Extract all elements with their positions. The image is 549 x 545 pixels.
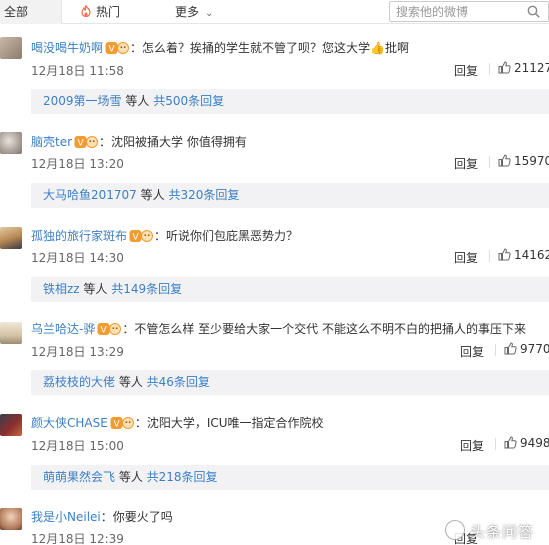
comment-username[interactable]: 乌兰哈达-骅	[31, 322, 95, 336]
tab-hot[interactable]: 热门	[80, 0, 120, 24]
reply-button[interactable]: 回复	[454, 155, 478, 172]
svg-text:V: V	[109, 45, 116, 55]
comment-content: 颜大侠CHASE V ：沈阳大学，ICU唯一指定合作院校	[31, 414, 324, 431]
avatar[interactable]	[0, 227, 22, 249]
reply-count-link[interactable]: 共320条回复	[168, 188, 239, 202]
vip-badge-icon: V	[97, 323, 122, 336]
comment-content: 喝没喝牛奶啊 V ：怎么着？挨捅的学生就不管了呗？您这大学👍批啊	[31, 39, 409, 56]
search-input[interactable]	[390, 2, 520, 21]
like-button[interactable]: 9770	[504, 342, 549, 356]
comment-text: ：沈阳被捅大学 你值得拥有	[99, 135, 247, 149]
reply-button[interactable]: 回复	[460, 437, 484, 454]
search-icon[interactable]	[527, 5, 540, 18]
comment-text: ：你要火了吗	[100, 510, 173, 524]
comment-date: 12月18日 15:00	[31, 439, 124, 453]
reply-mid-text: 等人	[115, 375, 147, 389]
vip-badge-icon: V	[110, 417, 134, 430]
reply-mid-text: 等人	[115, 470, 147, 484]
reply-username[interactable]: 萌萌果然会飞	[43, 470, 115, 484]
reply-username[interactable]: 2009第一场雪	[43, 94, 122, 108]
reply-count-link[interactable]: 共149条回复	[111, 282, 182, 296]
svg-text:V: V	[113, 420, 120, 430]
avatar[interactable]	[0, 508, 22, 530]
svg-text:V: V	[101, 326, 108, 336]
tab-more-label: 更多	[175, 5, 200, 19]
comment-date: 12月18日 12:39	[31, 532, 124, 545]
watermark-text: 头条问答	[470, 523, 535, 541]
comment-username[interactable]: 喝没喝牛奶啊	[31, 41, 103, 55]
thumbs-up-icon	[504, 436, 517, 449]
reply-button[interactable]: 回复	[454, 249, 478, 266]
reply-summary[interactable]: 铁相zz 等人 共149条回复	[31, 277, 549, 302]
thumbs-up-icon	[498, 61, 511, 74]
comment-content: 孤独的旅行家斑布 V ：听说你们包庇黑恶势力？	[31, 227, 298, 244]
search-box	[389, 1, 549, 22]
vip-badge-icon: V	[129, 230, 154, 243]
comment-content: 乌兰哈达-骅 V ：不管怎么样 至少要给大家一个交代 不能这么不明不白的把捅人的事压…	[31, 320, 526, 337]
divider	[489, 250, 490, 262]
avatar[interactable]	[0, 37, 22, 59]
like-count: 21127	[514, 61, 549, 75]
avatar[interactable]	[0, 322, 22, 344]
comment-date: 12月18日 14:30	[31, 251, 124, 265]
reply-summary[interactable]: 2009第一场雪 等人 共500条回复	[31, 89, 549, 114]
watermark: 头条问答	[445, 518, 545, 542]
reply-count-link[interactable]: 共500条回复	[153, 94, 224, 108]
comment-text: ：怎么着？挨捅的学生就不管了呗？您这大学👍批啊	[130, 41, 409, 55]
flame-icon	[81, 5, 91, 17]
svg-text:V: V	[78, 139, 85, 149]
divider	[495, 344, 496, 356]
thumbs-up-icon	[498, 154, 511, 167]
like-button[interactable]: 14162	[498, 248, 549, 262]
vip-badge-icon: V	[74, 136, 99, 149]
comment-username[interactable]: 脑壳ter	[31, 135, 72, 149]
reply-summary[interactable]: 荔枝枝的大佬 等人 共46条回复	[31, 370, 549, 395]
comment-content: 我是小Neilei：你要火了吗	[31, 508, 173, 525]
reply-username[interactable]: 大马哈鱼201707	[43, 188, 137, 202]
divider	[489, 63, 490, 75]
like-count: 9770	[520, 342, 549, 356]
thumbs-up-icon	[504, 342, 517, 355]
comment-date: 12月18日 13:20	[31, 157, 124, 171]
watermark-logo-icon	[445, 520, 465, 540]
reply-username[interactable]: 铁相zz	[43, 282, 80, 296]
comment-text: ：沈阳大学，ICU唯一指定合作院校	[134, 416, 324, 430]
like-count: 14162	[514, 248, 549, 262]
reply-count-link[interactable]: 共218条回复	[147, 470, 218, 484]
tab-hot-label: 热门	[96, 5, 121, 19]
comment-username[interactable]: 我是小Neilei	[31, 510, 101, 524]
comment-date: 12月18日 13:29	[31, 345, 124, 359]
comment-content: 脑壳ter V ：沈阳被捅大学 你值得拥有	[31, 133, 247, 150]
comment-date: 12月18日 11:58	[31, 64, 124, 78]
reply-button[interactable]: 回复	[454, 62, 478, 79]
vip-badge-icon: V	[105, 42, 130, 55]
tab-more[interactable]: 更多 ⌄	[175, 0, 213, 24]
tab-all[interactable]: 全部	[0, 0, 62, 24]
like-button[interactable]: 9498	[504, 436, 549, 450]
avatar[interactable]	[0, 132, 22, 154]
like-count: 9498	[520, 436, 549, 450]
chevron-down-icon: ⌄	[205, 8, 214, 19]
top-nav-bar: 全部 热门 更多 ⌄	[0, 0, 549, 24]
divider	[489, 156, 490, 168]
reply-button[interactable]: 回复	[460, 343, 484, 360]
reply-mid-text: 等人	[121, 94, 154, 108]
like-count: 15970	[514, 154, 549, 168]
comment-text: ：听说你们包庇黑恶势力？	[154, 229, 299, 243]
svg-text:V: V	[133, 233, 140, 243]
reply-username[interactable]: 荔枝枝的大佬	[43, 375, 115, 389]
divider	[495, 438, 496, 450]
comment-username[interactable]: 颜大侠CHASE	[31, 416, 108, 430]
like-button[interactable]: 21127	[498, 61, 549, 75]
reply-count-link[interactable]: 共46条回复	[147, 375, 210, 389]
reply-mid-text: 等人	[136, 188, 169, 202]
reply-summary[interactable]: 萌萌果然会飞 等人 共218条回复	[31, 465, 549, 490]
reply-summary[interactable]: 大马哈鱼201707 等人 共320条回复	[31, 183, 549, 208]
comment-username[interactable]: 孤独的旅行家斑布	[31, 229, 127, 243]
avatar[interactable]	[0, 414, 22, 436]
reply-mid-text: 等人	[79, 282, 112, 296]
like-button[interactable]: 15970	[498, 154, 549, 168]
thumbs-up-icon	[498, 248, 511, 261]
comment-text: ：不管怎么样 至少要给大家一个交代 不能这么不明不白的把捅人的事压下来	[122, 322, 526, 336]
